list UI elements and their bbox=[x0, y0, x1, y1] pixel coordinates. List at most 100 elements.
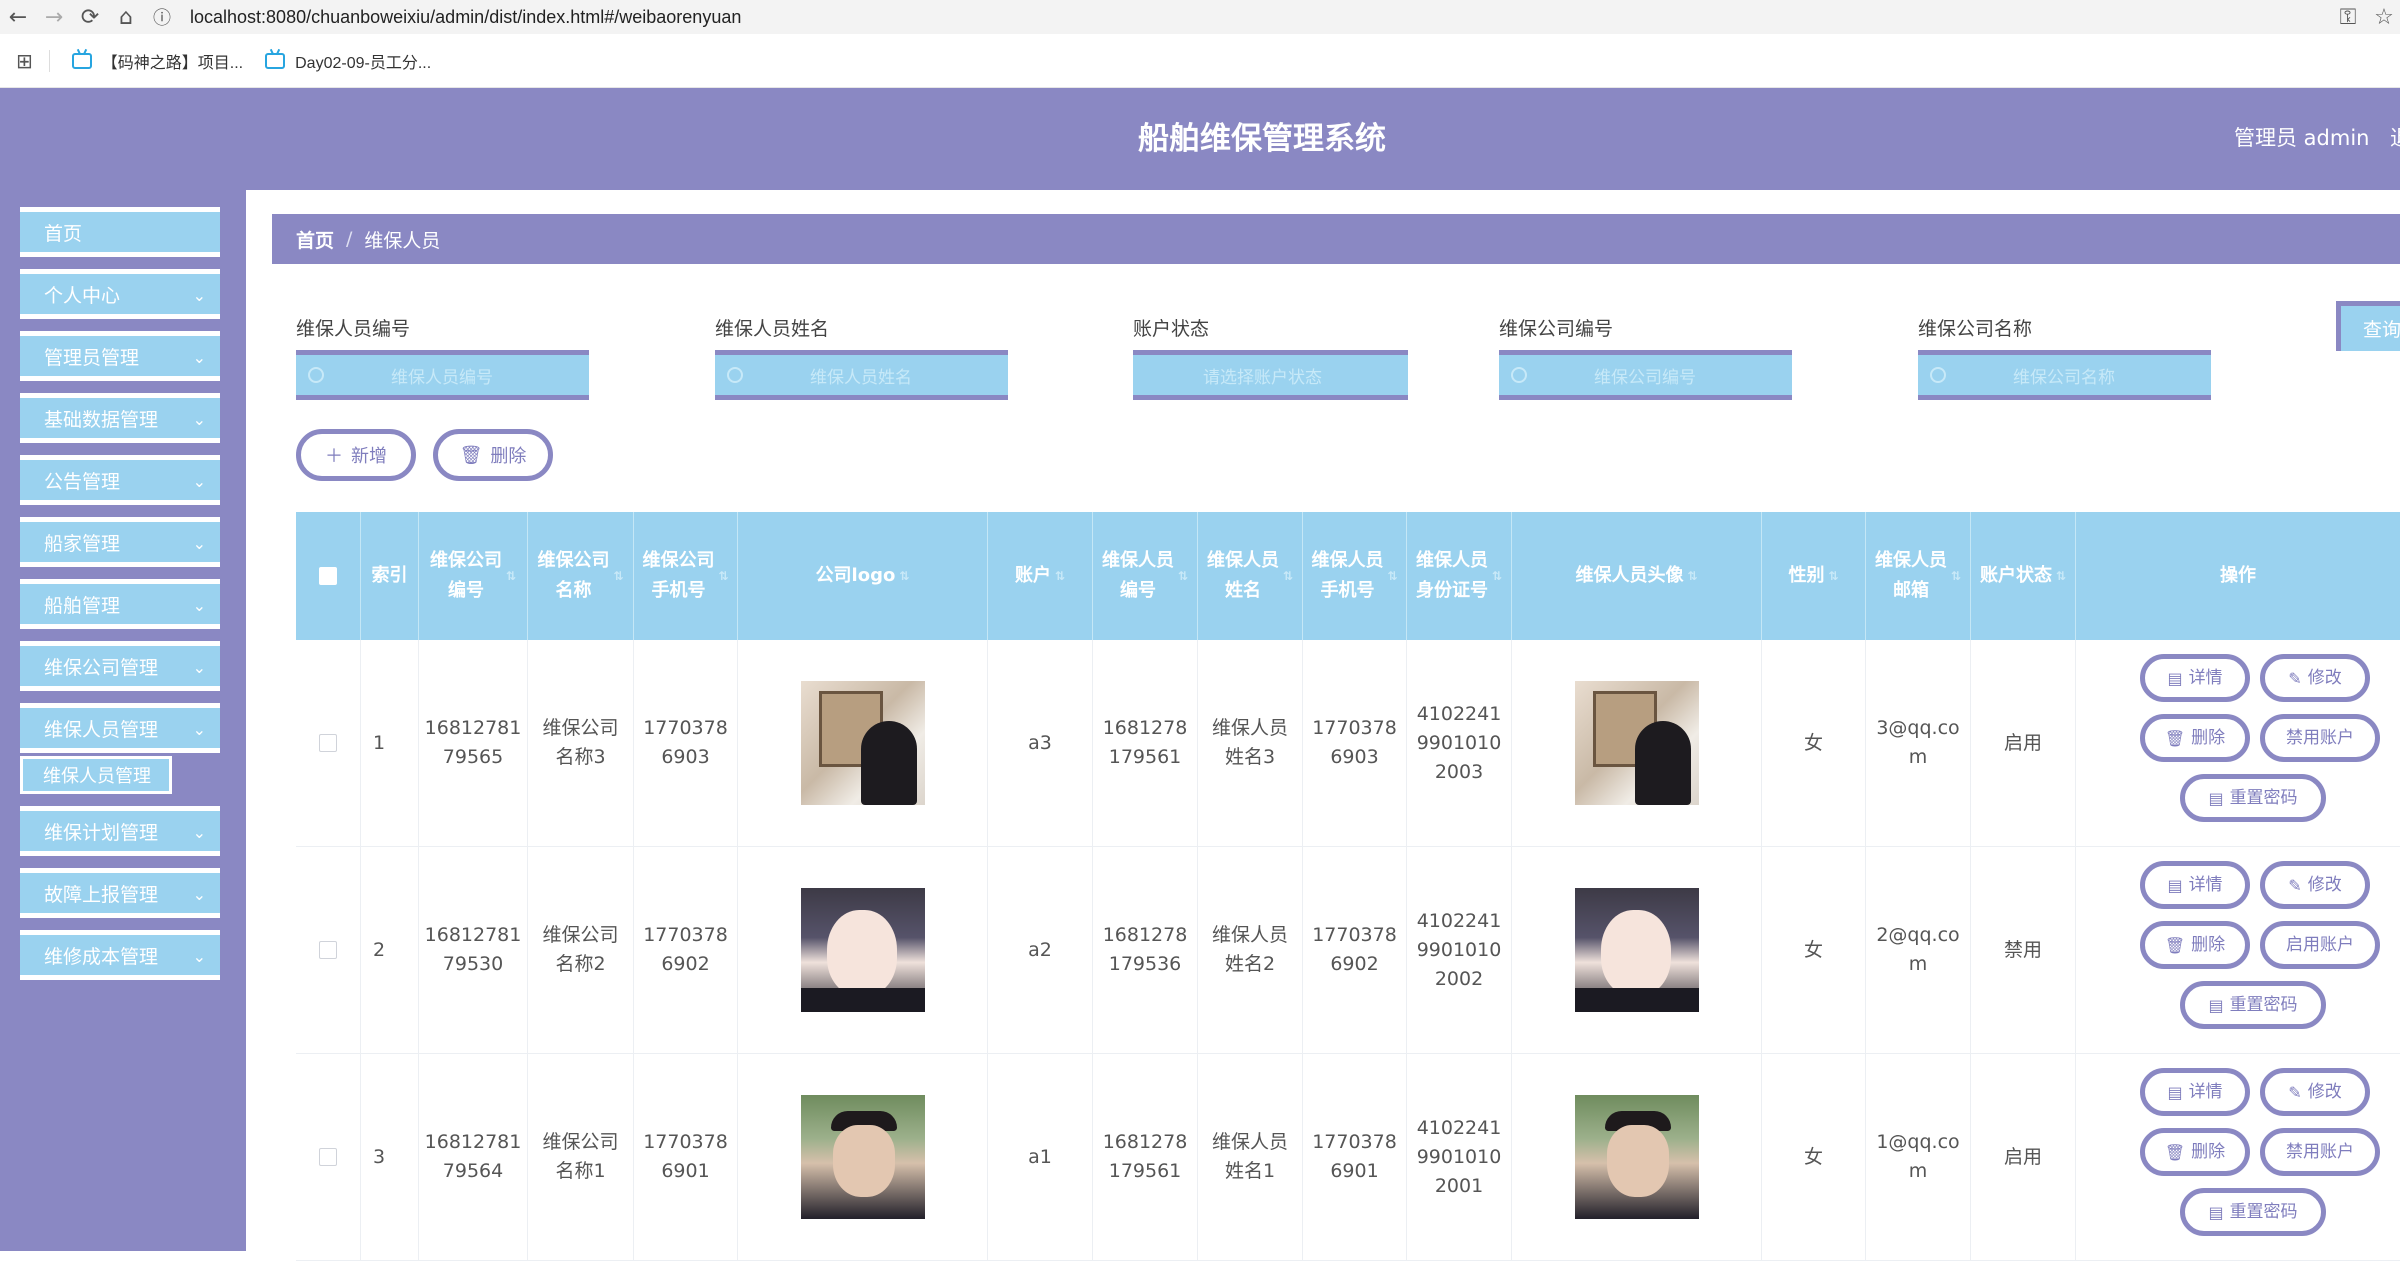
row-checkbox[interactable] bbox=[319, 1148, 337, 1166]
filter-select-account-status[interactable]: 请选择账户状态 bbox=[1133, 350, 1408, 400]
company-logo-image[interactable] bbox=[800, 888, 925, 1012]
document-icon: ▤ bbox=[2208, 788, 2224, 808]
home-icon[interactable]: ⌂ bbox=[108, 0, 144, 34]
header-avatar[interactable]: 维保人员头像 ⇅ bbox=[1512, 512, 1762, 640]
bookmark-1[interactable]: 【码神之路】项目... bbox=[71, 49, 243, 73]
forward-icon[interactable]: → bbox=[36, 0, 72, 34]
sort-icon[interactable]: ⇅ bbox=[506, 561, 516, 591]
select-all-checkbox[interactable] bbox=[319, 567, 337, 585]
edit-button[interactable]: ✎ 修改 bbox=[2260, 654, 2370, 702]
company-logo-image[interactable] bbox=[800, 681, 925, 805]
detail-label: 详情 bbox=[2188, 1081, 2223, 1102]
sort-icon[interactable]: ⇅ bbox=[613, 561, 623, 591]
reload-icon[interactable]: ⟳ bbox=[72, 0, 108, 34]
sidebar-item-label: 船舶管理 bbox=[44, 594, 121, 617]
staff-avatar-image[interactable] bbox=[1574, 1095, 1699, 1219]
sort-icon[interactable]: ⇅ bbox=[1687, 561, 1697, 591]
star-icon[interactable]: ☆ bbox=[2366, 0, 2400, 34]
filter-input-company-no[interactable]: 维保公司编号 bbox=[1499, 350, 1792, 400]
url-text[interactable]: localhost:8080/chuanboweixiu/admin/dist/… bbox=[190, 7, 741, 28]
header-staff-name[interactable]: 维保人员 姓名 ⇅ bbox=[1198, 512, 1303, 640]
row-checkbox[interactable] bbox=[319, 941, 337, 959]
sidebar-item-fault-report[interactable]: 故障上报管理 ⌄ bbox=[20, 868, 220, 918]
site-info-icon[interactable]: ⓘ bbox=[144, 0, 180, 34]
header-company-no[interactable]: 维保公司 编号 ⇅ bbox=[419, 512, 528, 640]
header-email[interactable]: 维保人员 邮箱 ⇅ bbox=[1866, 512, 1971, 640]
header-staff-phone[interactable]: 维保人员 手机号 ⇅ bbox=[1303, 512, 1407, 640]
sort-icon[interactable]: ⇅ bbox=[899, 561, 909, 591]
detail-button[interactable]: ▤ 详情 bbox=[2140, 654, 2250, 702]
add-button-label: 新增 bbox=[351, 446, 387, 467]
batch-delete-button[interactable]: 🗑 删除 bbox=[433, 429, 553, 481]
search-icon bbox=[308, 367, 324, 383]
filter-input-staff-name[interactable]: 维保人员姓名 bbox=[715, 350, 1008, 400]
logout-link[interactable]: 退 bbox=[2390, 122, 2400, 152]
toggle-account-button[interactable]: 启用账户 bbox=[2260, 921, 2380, 969]
header-select-all[interactable] bbox=[296, 512, 361, 640]
breadcrumb-home[interactable]: 首页 bbox=[296, 226, 334, 253]
search-icon bbox=[1930, 367, 1946, 383]
query-button[interactable]: 查询 bbox=[2336, 301, 2400, 351]
sort-icon[interactable]: ⇅ bbox=[1828, 561, 1838, 591]
sort-icon[interactable]: ⇅ bbox=[1055, 561, 1065, 591]
back-icon[interactable]: ← bbox=[0, 0, 36, 34]
filter-label-staff-name: 维保人员姓名 bbox=[715, 318, 830, 340]
bookmark-2[interactable]: Day02-09-员工分... bbox=[265, 49, 431, 73]
sort-icon[interactable]: ⇅ bbox=[1951, 561, 1961, 591]
detail-button[interactable]: ▤ 详情 bbox=[2140, 1068, 2250, 1116]
header-id-card[interactable]: 维保人员 身份证号 ⇅ bbox=[1407, 512, 1512, 640]
admin-user-text[interactable]: 管理员 admin bbox=[2234, 122, 2369, 152]
staff-avatar-image[interactable] bbox=[1574, 888, 1699, 1012]
header-actions: 操作 bbox=[2076, 512, 2400, 640]
sort-icon[interactable]: ⇅ bbox=[1492, 561, 1502, 591]
filter-input-company-name[interactable]: 维保公司名称 bbox=[1918, 350, 2211, 400]
toggle-account-button[interactable]: 禁用账户 bbox=[2260, 714, 2380, 762]
header-account-status[interactable]: 账户状态 ⇅ bbox=[1971, 512, 2076, 640]
key-icon[interactable]: ⚿ bbox=[2330, 0, 2366, 34]
reset-password-button[interactable]: ▤ 重置密码 bbox=[2180, 774, 2326, 822]
header-company-logo[interactable]: 公司logo ⇅ bbox=[738, 512, 988, 640]
sort-icon[interactable]: ⇅ bbox=[1387, 561, 1397, 591]
sort-icon[interactable]: ⇅ bbox=[718, 561, 728, 591]
header-gender[interactable]: 性别 ⇅ bbox=[1762, 512, 1866, 640]
company-logo-image[interactable] bbox=[800, 1095, 925, 1219]
header-company-name[interactable]: 维保公司 名称 ⇅ bbox=[528, 512, 634, 640]
delete-button[interactable]: 🗑 删除 bbox=[2140, 714, 2250, 762]
reset-password-button[interactable]: ▤ 重置密码 bbox=[2180, 1188, 2326, 1236]
row-checkbox[interactable] bbox=[319, 734, 337, 752]
sidebar-subitem-staff-management[interactable]: 维保人员管理 bbox=[20, 756, 172, 794]
header-company-phone[interactable]: 维保公司 手机号 ⇅ bbox=[634, 512, 738, 640]
app-header: 船舶维保管理系统 管理员 admin 退 bbox=[0, 88, 2400, 190]
sidebar-item-basic-data[interactable]: 基础数据管理 ⌄ bbox=[20, 393, 220, 443]
sort-icon[interactable]: ⇅ bbox=[1178, 561, 1188, 591]
header-staff-no[interactable]: 维保人员 编号 ⇅ bbox=[1093, 512, 1198, 640]
sidebar-item-notice[interactable]: 公告管理 ⌄ bbox=[20, 455, 220, 505]
toggle-account-button[interactable]: 禁用账户 bbox=[2260, 1128, 2380, 1176]
add-button[interactable]: ＋ 新增 bbox=[296, 429, 416, 481]
staff-avatar-image[interactable] bbox=[1574, 681, 1699, 805]
header-account[interactable]: 账户 ⇅ bbox=[988, 512, 1093, 640]
apps-grid-icon[interactable]: ⊞ bbox=[16, 49, 33, 73]
filter-input-staff-no[interactable]: 维保人员编号 bbox=[296, 350, 589, 400]
sidebar-item-admin-management[interactable]: 管理员管理 ⌄ bbox=[20, 331, 220, 381]
sidebar-item-company[interactable]: 维保公司管理 ⌄ bbox=[20, 641, 220, 691]
edit-button[interactable]: ✎ 修改 bbox=[2260, 861, 2370, 909]
chevron-down-icon: ⌄ bbox=[192, 472, 206, 491]
edit-button[interactable]: ✎ 修改 bbox=[2260, 1068, 2370, 1116]
delete-button[interactable]: 🗑 删除 bbox=[2140, 921, 2250, 969]
tv-icon bbox=[265, 52, 286, 69]
detail-button[interactable]: ▤ 详情 bbox=[2140, 861, 2250, 909]
delete-button[interactable]: 🗑 删除 bbox=[2140, 1128, 2250, 1176]
sort-icon[interactable]: ⇅ bbox=[1283, 561, 1293, 591]
reset-password-button[interactable]: ▤ 重置密码 bbox=[2180, 981, 2326, 1029]
sidebar-item-label: 管理员管理 bbox=[44, 346, 140, 369]
sidebar-item-ship[interactable]: 船舶管理 ⌄ bbox=[20, 579, 220, 629]
sidebar-item-plan[interactable]: 维保计划管理 ⌄ bbox=[20, 806, 220, 856]
sidebar-item-staff[interactable]: 维保人员管理 ⌄ bbox=[20, 703, 220, 753]
sidebar-item-boat-owner[interactable]: 船家管理 ⌄ bbox=[20, 517, 220, 567]
search-icon bbox=[727, 367, 743, 383]
sidebar-item-personal-center[interactable]: 个人中心 ⌄ bbox=[20, 269, 220, 319]
sort-icon[interactable]: ⇅ bbox=[2056, 561, 2066, 591]
sidebar-item-cost[interactable]: 维修成本管理 ⌄ bbox=[20, 930, 220, 980]
sidebar-item-home[interactable]: 首页 bbox=[20, 207, 220, 257]
